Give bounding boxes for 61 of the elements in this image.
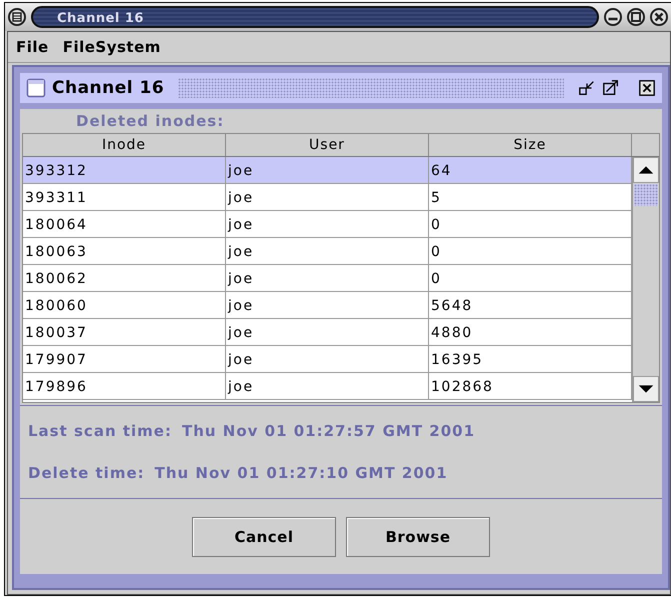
scrollbar[interactable] (632, 157, 659, 402)
table-cell: 5 (429, 184, 632, 210)
menu-item[interactable]: File (16, 38, 49, 56)
table-cell: 393311 (23, 184, 226, 210)
menu-item[interactable]: FileSystem (62, 38, 161, 56)
table-row[interactable]: 180064 joe 0 (23, 211, 632, 238)
table-cell: 180063 (23, 238, 226, 264)
table-cell: 179896 (23, 373, 226, 399)
table-cell: joe (226, 184, 429, 210)
table-cell: joe (226, 265, 429, 291)
table-cell: joe (226, 319, 429, 345)
window-menu-icon[interactable] (7, 7, 27, 27)
restore-icon[interactable] (578, 79, 596, 97)
window-icon (26, 78, 46, 98)
table-cell: 5648 (429, 292, 632, 318)
table-row[interactable]: 393311 joe 5 (23, 184, 632, 211)
window-title: Channel 16 (31, 6, 599, 28)
info-value: Thu Nov 01 01:27:10 GMT 2001 (154, 464, 448, 482)
table-cell: 180064 (23, 211, 226, 237)
table-row[interactable]: 180060 joe 5648 (23, 292, 632, 319)
table-cell: 393312 (23, 157, 226, 183)
frame-title: Channel 16 (52, 78, 164, 98)
scroll-up-icon[interactable] (633, 157, 659, 183)
table-row[interactable]: 393312 joe 64 (23, 157, 632, 184)
scroll-down-icon[interactable] (633, 376, 659, 402)
table-cell: 180060 (23, 292, 226, 318)
table-cell: 0 (429, 238, 632, 264)
table-cell: joe (226, 373, 429, 399)
table-cell: joe (226, 292, 429, 318)
maximize-icon[interactable] (626, 7, 646, 27)
column-header[interactable]: User (226, 134, 429, 156)
table-row[interactable]: 180062 joe 0 (23, 265, 632, 292)
table-cell: 180037 (23, 319, 226, 345)
scroll-thumb[interactable] (634, 184, 658, 206)
info-value: Thu Nov 01 01:27:57 GMT 2001 (182, 422, 476, 440)
table-cell: 0 (429, 265, 632, 291)
info-label: Delete time: (28, 464, 145, 482)
table-cell: 179907 (23, 346, 226, 372)
table-cell: 16395 (429, 346, 632, 372)
table-cell: 64 (429, 157, 632, 183)
section-label: Deleted inodes: (76, 112, 224, 130)
table-row[interactable]: 179907 joe 16395 (23, 346, 632, 373)
table-cell: 0 (429, 211, 632, 237)
table-cell: joe (226, 211, 429, 237)
table-cell: 102868 (429, 373, 632, 399)
dialog-button[interactable]: Cancel (192, 516, 336, 556)
table-cell: 180062 (23, 265, 226, 291)
table-cell: joe (226, 346, 429, 372)
table-cell: joe (226, 238, 429, 264)
info-label: Last scan time: (28, 422, 172, 440)
table-row[interactable]: 180063 joe 0 (23, 238, 632, 265)
close-icon[interactable] (638, 79, 656, 97)
maximize-icon[interactable] (602, 79, 620, 97)
table-row[interactable]: 179896 joe 102868 (23, 373, 632, 400)
minimize-icon[interactable] (603, 7, 623, 27)
column-header[interactable]: Inode (23, 134, 226, 156)
dialog-button[interactable]: Browse (346, 516, 490, 556)
table-cell: 4880 (429, 319, 632, 345)
table-row[interactable]: 180037 joe 4880 (23, 319, 632, 346)
table-cell: joe (226, 157, 429, 183)
close-icon[interactable] (649, 7, 669, 27)
